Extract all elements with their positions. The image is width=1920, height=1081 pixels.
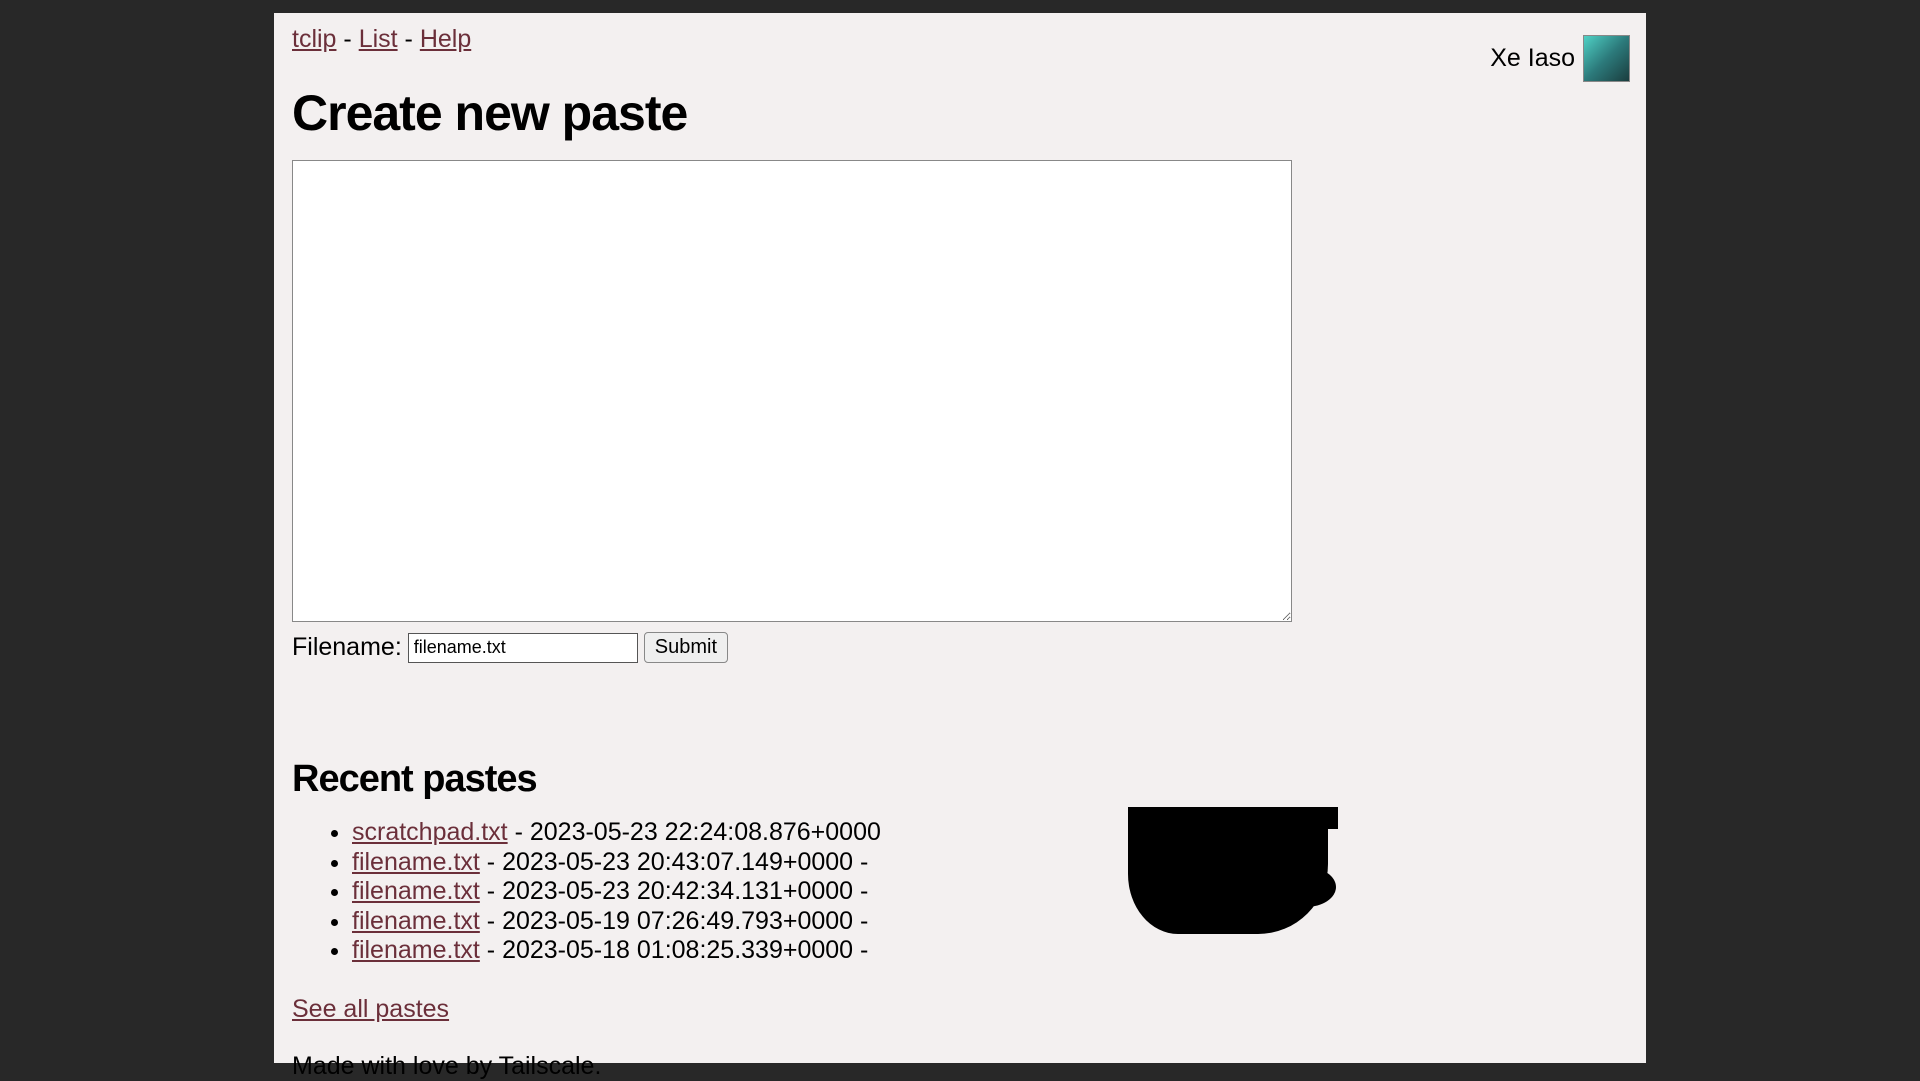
list-item: filename.txt - 2023-05-23 20:43:07.149+0… — [352, 849, 1628, 877]
footer-text: Made with love by Tailscale. — [292, 1052, 1628, 1081]
paste-link[interactable]: filename.txt — [352, 848, 480, 876]
nav-help-link[interactable]: Help — [420, 25, 471, 53]
username-label: Xe Iaso — [1490, 44, 1575, 73]
nav-tclip-link[interactable]: tclip — [292, 25, 336, 53]
nav-sep: - — [398, 25, 420, 53]
list-item: filename.txt - 2023-05-18 01:08:25.339+0… — [352, 937, 1628, 965]
filename-row: Filename: Submit — [292, 632, 1628, 663]
recent-heading: Recent pastes — [292, 758, 1628, 801]
nav-sep: - — [336, 25, 358, 53]
paste-link[interactable]: scratchpad.txt — [352, 818, 508, 846]
recent-pastes-list: scratchpad.txt - 2023-05-23 22:24:08.876… — [352, 819, 1628, 965]
submit-button[interactable]: Submit — [644, 632, 728, 663]
avatar[interactable] — [1583, 35, 1630, 82]
list-item: filename.txt - 2023-05-19 07:26:49.793+0… — [352, 908, 1628, 936]
paste-timestamp: 2023-05-18 01:08:25.339+0000 — [502, 936, 853, 964]
see-all-pastes-link[interactable]: See all pastes — [292, 995, 449, 1024]
paste-timestamp: 2023-05-23 20:42:34.131+0000 — [502, 877, 853, 905]
list-item: filename.txt - 2023-05-23 20:42:34.131+0… — [352, 878, 1628, 906]
paste-timestamp: 2023-05-23 22:24:08.876+0000 — [530, 818, 881, 846]
top-bar: tclip - List - Help — [292, 25, 1628, 54]
user-area: Xe Iaso — [1490, 35, 1630, 82]
nav-links: tclip - List - Help — [292, 25, 471, 54]
page-container: tclip - List - Help Xe Iaso Create new p… — [274, 13, 1646, 1063]
list-item: scratchpad.txt - 2023-05-23 22:24:08.876… — [352, 819, 1628, 847]
paste-link[interactable]: filename.txt — [352, 907, 480, 935]
paste-link[interactable]: filename.txt — [352, 877, 480, 905]
filename-input[interactable] — [408, 633, 638, 663]
paste-content-textarea[interactable] — [292, 160, 1292, 622]
nav-list-link[interactable]: List — [359, 25, 398, 53]
paste-timestamp: 2023-05-19 07:26:49.793+0000 — [502, 907, 853, 935]
paste-timestamp: 2023-05-23 20:43:07.149+0000 — [502, 848, 853, 876]
page-title: Create new paste — [292, 84, 1628, 142]
filename-label: Filename: — [292, 633, 402, 662]
paste-link[interactable]: filename.txt — [352, 936, 480, 964]
